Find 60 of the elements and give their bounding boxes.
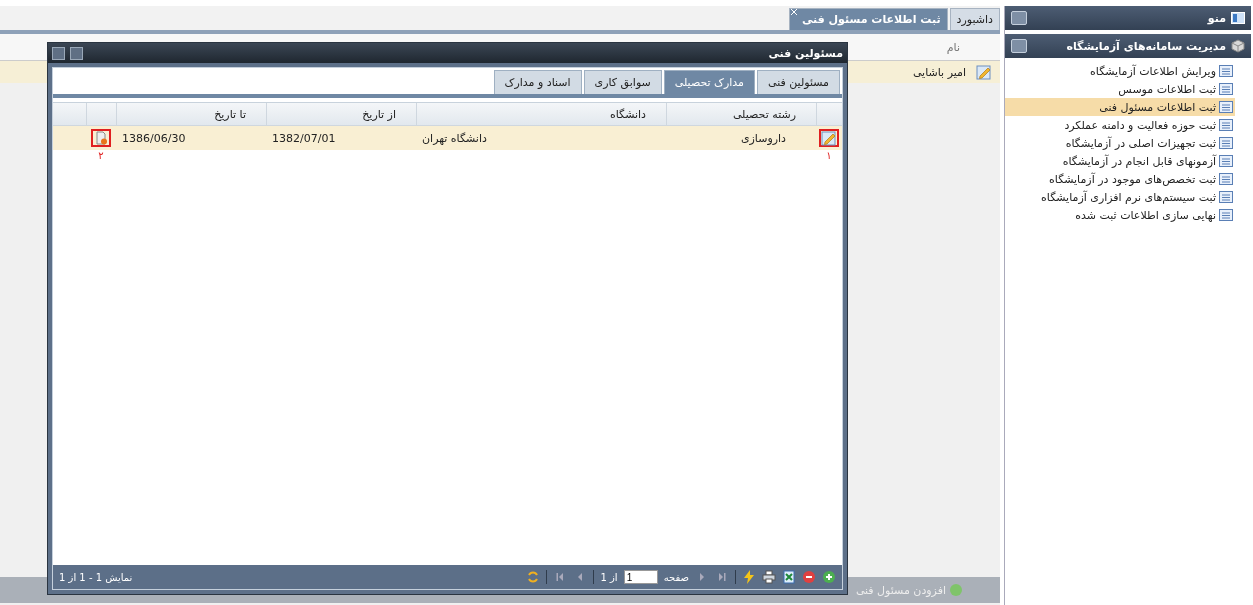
document-delete-icon[interactable] — [94, 131, 108, 145]
table-cell-text: داروسازی — [739, 131, 787, 145]
column-header: تا تاریخ — [116, 103, 266, 125]
menu-item[interactable]: ثبت تجهیزات اصلی در آزمایشگاه — [1005, 134, 1235, 152]
dialog-title: مسئولین فنی — [768, 46, 843, 60]
refresh-icon[interactable] — [526, 570, 541, 584]
column-header: رشته تحصیلی — [666, 103, 816, 125]
annotation-number: ۲ — [98, 150, 104, 161]
lightning-icon[interactable] — [742, 570, 756, 584]
menu-title: منو — [1207, 11, 1226, 25]
menu-item[interactable]: ویرایش اطلاعات آزمایشگاه — [1005, 62, 1235, 80]
menu-item[interactable]: ثبت سیستم‌های نرم افزاری آزمایشگاه — [1005, 188, 1235, 206]
list-icon — [1219, 137, 1233, 149]
table-cell-text: دانشگاه تهران — [421, 131, 488, 145]
edit-icon[interactable] — [976, 64, 992, 80]
table-cell-text: 1382/07/01 — [271, 131, 337, 145]
tab[interactable]: ثبت اطلاعات مسئول فنی — [788, 8, 948, 30]
tab[interactable]: داشبورد — [949, 8, 1000, 30]
close-button[interactable] — [52, 46, 65, 60]
cube-icon — [1231, 39, 1245, 53]
page-input[interactable]: 1 — [623, 570, 658, 584]
column-header: دانشگاه — [416, 103, 666, 125]
list-icon — [1219, 65, 1233, 77]
list-icon — [1219, 209, 1233, 221]
column-header: از تاریخ — [266, 103, 416, 125]
section-header[interactable]: مدیریت سامانه‌های آزمایشگاه — [1005, 34, 1251, 58]
list-icon — [1219, 191, 1233, 203]
tab[interactable]: اسناد و مدارک — [493, 70, 582, 94]
tab[interactable]: مسئولین فنی — [757, 70, 840, 94]
table-cell: امیر باشایی — [912, 65, 966, 79]
tab[interactable]: سوابق کاری — [583, 70, 662, 94]
collapse-button[interactable] — [1011, 11, 1027, 25]
list-icon — [1219, 101, 1233, 113]
display-count: نمایش 1 - 1 از 1 — [59, 571, 133, 583]
print-icon[interactable] — [762, 570, 776, 584]
tab[interactable]: مدارک تحصیلی — [663, 70, 755, 94]
list-icon — [1219, 83, 1233, 95]
section-title: مدیریت سامانه‌های آزمایشگاه — [1066, 39, 1226, 53]
table-cell-text: 1386/06/30 — [121, 131, 187, 145]
list-icon — [1219, 155, 1233, 167]
panel-icon — [1231, 12, 1245, 24]
page-label: صفحه — [663, 571, 689, 583]
list-icon — [1219, 119, 1233, 131]
menu-item[interactable]: ثبت حوزه فعالیت و دامنه عملکرد — [1005, 116, 1235, 134]
spreadsheet-icon[interactable] — [782, 570, 796, 584]
list-icon — [1219, 173, 1233, 185]
menu-item[interactable]: ثبت اطلاعات موسس — [1005, 80, 1235, 98]
edit-icon[interactable] — [821, 130, 837, 146]
column-header: نام — [946, 40, 961, 54]
close-icon[interactable] — [790, 9, 797, 15]
annotation-number: ۱ — [826, 150, 832, 161]
menu-item[interactable]: آزمونهای قابل انجام در آزمایشگاه — [1005, 152, 1235, 170]
maximize-button[interactable] — [70, 46, 83, 60]
collapse-button[interactable] — [1011, 39, 1027, 53]
menu-item[interactable]: ثبت تخصص‌های موجود در آزمایشگاه — [1005, 170, 1235, 188]
menu-item[interactable]: ثبت اطلاعات مسئول فنی — [1005, 98, 1235, 116]
page-count: از 1 — [600, 571, 618, 583]
remove-icon[interactable] — [802, 570, 816, 584]
menu-item[interactable]: نهایی سازی اطلاعات ثبت شده — [1005, 206, 1235, 224]
add-icon[interactable] — [822, 570, 836, 584]
